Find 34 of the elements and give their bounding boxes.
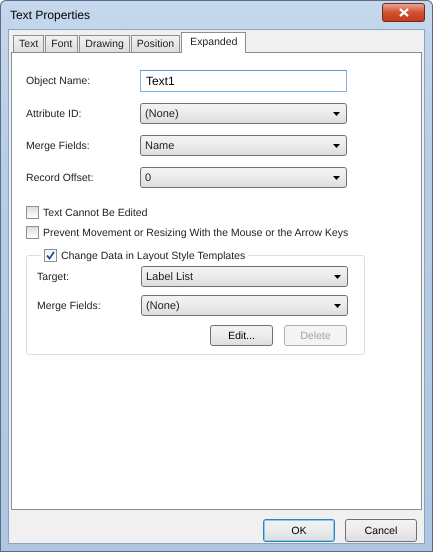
tab[interactable]: Font xyxy=(45,35,78,52)
tab[interactable]: Position xyxy=(130,35,180,52)
field-label: Merge Fields: xyxy=(26,140,91,152)
window-title: Text Properties xyxy=(9,8,90,22)
close-icon xyxy=(398,8,408,16)
button[interactable]: OK xyxy=(263,519,335,542)
checkbox[interactable] xyxy=(44,249,57,262)
checkbox-label: Prevent Movement or Resizing With the Mouse or the Arrow Keys xyxy=(43,226,348,238)
tab[interactable]: Text xyxy=(13,35,44,52)
dropdown-arrow-icon xyxy=(333,176,340,180)
close-button[interactable] xyxy=(382,2,425,22)
field-label: Record Offset: xyxy=(26,172,95,184)
tab[interactable]: Expanded xyxy=(181,32,246,53)
dropdown[interactable]: Label List xyxy=(141,266,348,287)
button[interactable]: Edit... xyxy=(210,325,273,346)
dropdown[interactable]: (None) xyxy=(140,103,347,124)
dropdown-arrow-icon xyxy=(333,112,340,116)
dropdown[interactable]: Name xyxy=(140,135,347,156)
dropdown-arrow-icon xyxy=(334,304,341,308)
tab[interactable]: Drawing xyxy=(79,35,130,52)
field-label: Attribute ID: xyxy=(26,108,82,120)
field-label: Target: xyxy=(37,270,70,282)
field-label: Merge Fields: xyxy=(37,300,102,312)
checkbox[interactable] xyxy=(26,206,39,219)
checkbox-label: Text Cannot Be Edited xyxy=(43,206,148,218)
text-field[interactable]: Text1 xyxy=(140,70,347,92)
checkbox-label: Change Data in Layout Style Templates xyxy=(61,250,246,262)
dropdown[interactable]: (None) xyxy=(141,295,348,316)
dropdown-arrow-icon xyxy=(334,274,341,278)
button[interactable]: Cancel xyxy=(345,519,417,542)
dropdown-arrow-icon xyxy=(333,144,340,148)
dropdown[interactable]: 0 xyxy=(140,167,347,188)
checkbox[interactable] xyxy=(26,226,39,239)
field-label: Object Name: xyxy=(26,75,92,87)
